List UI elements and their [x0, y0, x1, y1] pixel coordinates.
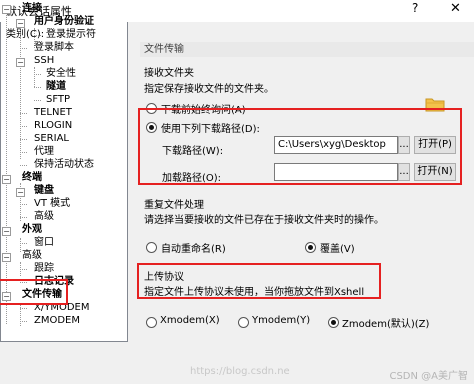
tree-item-serial[interactable]: SERIAL [34, 132, 69, 145]
tree-item-keepalive[interactable]: 保持活动状态 [34, 158, 94, 171]
tree-item-vt-mode[interactable]: VT 模式 [34, 197, 70, 210]
tree-item-login-prompt[interactable]: 登录提示符 [46, 28, 96, 41]
receive-group-title: 接收文件夹 [144, 68, 194, 79]
expand-toggle-icon[interactable]: − [16, 19, 25, 28]
watermark: CSDN @A美广智 [389, 371, 468, 382]
overwrite-radio[interactable] [305, 242, 316, 253]
expand-toggle-icon[interactable]: − [2, 253, 11, 262]
tree-item-login-script[interactable]: 登录脚本 [34, 41, 74, 54]
tree-item-security[interactable]: 安全性 [46, 67, 76, 80]
watermark-url: https://blog.csdn.ne [190, 366, 290, 377]
tree-item-sftp[interactable]: SFTP [46, 93, 70, 106]
expand-toggle-icon[interactable]: − [16, 58, 25, 67]
highlight-box [0, 279, 68, 305]
tree-item-terminal[interactable]: 终端 [22, 171, 42, 184]
expand-toggle-icon[interactable]: − [2, 5, 11, 14]
ymodem-label[interactable]: Ymodem(Y) [252, 315, 310, 326]
tree-item-terminal-advanced[interactable]: 高级 [34, 210, 54, 223]
tree-item-proxy[interactable]: 代理 [34, 145, 54, 158]
duplicate-group-title: 重复文件处理 [144, 200, 204, 211]
xmodem-radio[interactable] [146, 317, 157, 328]
auto-rename-radio[interactable] [146, 242, 157, 253]
tree-item-appearance[interactable]: 外观 [22, 223, 42, 236]
highlight-box [137, 263, 381, 299]
tree-item-rlogin[interactable]: RLOGIN [34, 119, 72, 132]
highlight-box [138, 108, 462, 185]
tree-item-telnet[interactable]: TELNET [34, 106, 72, 119]
ymodem-radio[interactable] [238, 317, 249, 328]
tree-item-advanced[interactable]: 高级 [22, 249, 42, 262]
tree-item-auth[interactable]: 用户身份验证 [34, 15, 94, 28]
duplicate-desc: 请选择当要接收的文件已存在于接收文件夹时的操作。 [144, 215, 384, 226]
auto-rename-label[interactable]: 自动重命名(R) [161, 240, 226, 255]
expand-toggle-icon[interactable]: − [2, 227, 11, 236]
receive-desc: 指定保存接收文件的文件夹。 [144, 84, 274, 95]
help-button[interactable]: ? [412, 1, 418, 15]
tree-item-trace[interactable]: 跟踪 [34, 262, 54, 275]
overwrite-label[interactable]: 覆盖(V) [320, 240, 355, 255]
category-tree[interactable]: − 连接 − 用户身份验证 登录提示符 登录脚本 − SSH 安全性 隧道 SF… [0, 0, 128, 342]
section-title: 文件传输 [140, 42, 474, 57]
tree-item-window[interactable]: 窗口 [34, 236, 54, 249]
close-button[interactable]: ✕ [450, 1, 461, 16]
tree-item-connection[interactable]: 连接 [22, 2, 42, 15]
zmodem-label[interactable]: Zmodem(默认)(Z) [342, 315, 429, 330]
expand-toggle-icon[interactable]: − [16, 188, 25, 197]
tree-item-ssh[interactable]: SSH [34, 54, 54, 67]
xmodem-label[interactable]: Xmodem(X) [160, 315, 220, 326]
tree-item-tunnel[interactable]: 隧道 [46, 80, 66, 93]
tree-item-zmodem[interactable]: ZMODEM [34, 314, 80, 327]
zmodem-radio[interactable] [328, 317, 339, 328]
tree-item-keyboard[interactable]: 键盘 [34, 184, 54, 197]
expand-toggle-icon[interactable]: − [2, 175, 11, 184]
